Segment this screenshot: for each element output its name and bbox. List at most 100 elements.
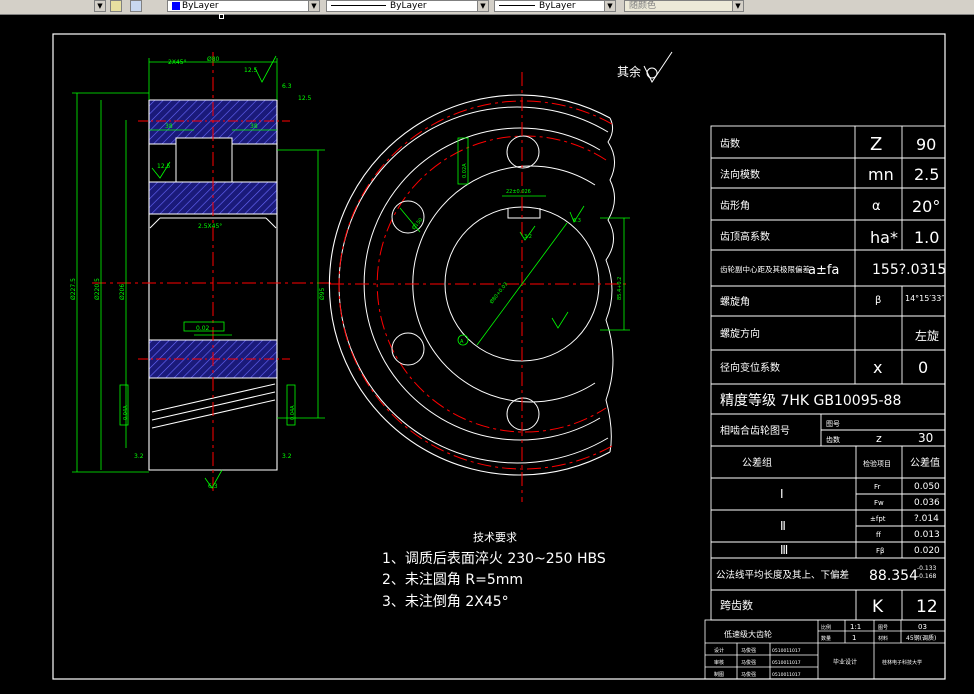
keyway [507,208,541,219]
roughness-top: 12.5 [244,67,258,74]
tolerance-right: 0.04A [290,405,296,420]
span-teeth-value: 12 [916,597,938,617]
tech-item-3: 3、未注倒角 2X45° [382,594,509,610]
param-symbol: x [873,358,882,377]
svg-text:±fpt: ±fpt [870,515,886,523]
param-label: 齿数 [720,137,740,150]
break-line [605,117,615,453]
param-symbol: Z [870,134,882,155]
svg-text:?.014: ?.014 [914,514,939,524]
color-swatch-icon [172,1,180,10]
tol-header-group: 公差组 [742,456,772,469]
svg-text:0.020: 0.020 [914,546,940,556]
param-value: 155?.0315 [872,262,946,278]
quantity-value: 1 [852,634,856,642]
param-value: 1.0 [914,228,939,247]
mating-z-value: 30 [918,431,933,445]
plotstyle-control[interactable]: 随颜色 [624,0,744,12]
mating-gear-label: 相啮合齿轮图号 [720,424,790,437]
roughness-left: 3.2 [134,453,144,460]
svg-text:Fβ: Fβ [876,547,885,555]
common-normal-label: 公法线平均长度及其上、下偏差 [716,569,849,581]
dim-key-width: 22±0.026 [506,189,531,195]
svg-text:设计: 设计 [714,647,724,654]
svg-text:马俊强: 马俊强 [741,647,756,654]
chevron-down-icon[interactable]: ▼ [604,0,616,12]
svg-text:-0.133: -0.133 [917,565,937,572]
param-value: 14°15′33″ [905,294,944,303]
svg-text:齿数: 齿数 [826,435,840,444]
layer-previous-icon[interactable] [130,0,142,12]
param-value: 20° [912,197,940,216]
param-label: 螺旋方向 [720,327,760,340]
param-symbol: mn [868,165,894,184]
drawing-canvas[interactable]: 2X45° Ø80 12.5 6.3 12.5 38 38 12.5 2.5X4… [0,14,974,694]
roughness-side: 6.3 [573,218,581,224]
material-value: 45钢(调质) [906,634,936,642]
tol-group: Ⅰ [780,487,784,501]
chevron-down-icon[interactable]: ▼ [732,0,744,12]
dim-dia-root: Ø220.5 [94,278,101,300]
span-teeth-label: 跨齿数 [720,599,753,612]
dropdown-arrow-icon[interactable]: ▼ [94,0,106,12]
param-label: 齿轮副中心距及其极限偏差 [720,264,810,274]
param-symbol: α [872,199,881,214]
svg-text:Fw: Fw [874,499,884,507]
tol-header-item: 检验项目 [863,459,891,468]
svg-text:0510011017: 0510011017 [772,648,801,654]
part-name: 低速级大齿轮 [724,629,772,639]
param-symbol: a±fa [808,263,839,278]
svg-text:比例: 比例 [821,624,831,631]
tech-title: 技术要求 [473,531,517,544]
span-teeth-symbol: K [872,597,884,617]
tech-item-1: 1、调质后表面淬火 230~250 HBS [382,551,606,567]
school-label: 桂林电子科技大学 [882,659,922,666]
dim-chamfer-inner: 2.5X45° [198,223,222,230]
chevron-down-icon[interactable]: ▼ [477,0,489,12]
svg-text:z: z [876,432,882,445]
dim-hub-right: 38 [250,123,258,130]
param-rows: 齿数 Z 90 法向模数 mn 2.5 齿形角 α 20° 齿顶高系数 ha* … [716,134,946,617]
section-view: 2X45° Ø80 12.5 6.3 12.5 38 38 12.5 2.5X4… [70,52,335,492]
color-control[interactable]: ByLayer [167,0,319,12]
param-symbol: β [875,295,881,306]
precision-grade: 精度等级 7HK GB10095-88 [720,392,901,409]
tolerance-left: 0.04A [123,405,129,420]
roughness-mid: 12.5 [157,163,171,170]
svg-text:数量: 数量 [821,635,831,642]
svg-text:0.036: 0.036 [914,498,940,508]
roughness-key: 3.2 [524,234,532,240]
param-label: 法向模数 [720,168,760,181]
roughness-right-bottom: 3.2 [282,453,292,460]
scale-value: 1:1 [850,623,861,631]
svg-text:ff: ff [876,531,881,539]
properties-toolbar: ▼ ByLayer ▼ ByLayer ▼ ByLayer ▼ 随颜色 ▼ [0,0,974,15]
svg-text:审核: 审核 [714,659,724,666]
layer-states-icon[interactable] [110,0,122,12]
tech-item-2: 2、未注圆角 R=5mm [382,572,523,588]
param-label: 齿顶高系数 [720,230,770,243]
front-view: 22±0.026 6.3 3.2 Ø80+0.03 85.4+0.2 A Ø15… [328,72,630,502]
svg-text:制图: 制图 [714,671,724,678]
svg-text:图号: 图号 [826,420,840,428]
dim-dia-web: Ø206 [119,284,126,300]
tol-group: Ⅲ [780,543,788,557]
tech-requirements: 技术要求 1、调质后表面淬火 230~250 HBS 2、未注圆角 R=5mm … [382,531,606,610]
svg-text:-0.168: -0.168 [917,573,937,580]
param-value: 90 [916,135,936,154]
svg-text:图号: 图号 [878,625,888,631]
tol-header-value: 公差值 [910,456,940,469]
lineweight-control[interactable]: ByLayer [494,0,616,12]
param-value: 2.5 [914,165,939,184]
roughness-right2: 12.5 [298,95,312,102]
param-symbol: ha* [870,228,898,247]
svg-text:马俊强: 马俊强 [741,671,756,678]
svg-text:0510011017: 0510011017 [772,660,801,666]
chevron-down-icon[interactable]: ▼ [308,0,320,12]
linetype-control[interactable]: ByLayer [326,0,488,12]
surface-finish-icon [643,51,673,83]
param-value: 左旋 [915,328,939,343]
dim-width-top: Ø80 [207,56,220,63]
param-label: 径向变位系数 [720,361,780,374]
svg-text:Fr: Fr [874,483,881,491]
